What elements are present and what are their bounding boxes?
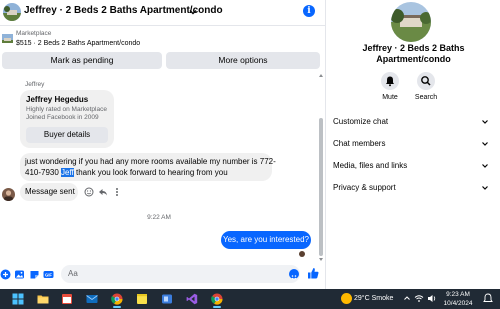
plus-circle-icon[interactable] bbox=[0, 269, 11, 280]
mute-button[interactable]: Mute bbox=[372, 72, 408, 101]
clock-time: 9:23 AM bbox=[446, 291, 470, 298]
menu-item-customize-chat[interactable]: Customize chat bbox=[333, 115, 489, 129]
menu-item-media-files-links[interactable]: Media, files and links bbox=[333, 159, 489, 173]
menu-item-label: Media, files and links bbox=[333, 161, 408, 170]
thumbs-up-icon[interactable] bbox=[306, 266, 320, 280]
menu-item-label: Chat members bbox=[333, 139, 386, 148]
taskbar-clock[interactable]: 9:23 AM 10/4/2024 bbox=[441, 290, 475, 308]
listing-thumbnail-small bbox=[2, 32, 13, 43]
listing-summary: $515 · 2 Beds 2 Baths Apartment/condo bbox=[16, 40, 141, 47]
scrollbar-thumb[interactable] bbox=[319, 118, 323, 256]
chat-header: Jeffrey · 2 Beds 2 Baths Apartment/condo… bbox=[0, 0, 326, 26]
read-receipt-avatar bbox=[299, 251, 305, 257]
chevron-down-icon bbox=[482, 120, 488, 124]
menu-item-label: Customize chat bbox=[333, 117, 389, 126]
chrome-icon[interactable] bbox=[111, 293, 123, 305]
message-input[interactable]: Aa bbox=[61, 265, 300, 283]
conversation-info-pane: Jeffrey · 2 Beds 2 Baths Apartment/condo… bbox=[327, 0, 500, 289]
chevron-down-icon bbox=[482, 164, 488, 168]
visual-studio-icon[interactable] bbox=[186, 293, 198, 305]
mute-label: Mute bbox=[382, 94, 398, 101]
search-button[interactable]: Search bbox=[408, 72, 444, 101]
clock-date: 10/4/2024 bbox=[443, 300, 473, 307]
outgoing-message[interactable]: Yes, are you interested? bbox=[221, 231, 311, 249]
mail-icon[interactable] bbox=[86, 293, 98, 305]
message-line-2: 410-7930 Jeff thank you look forward to … bbox=[25, 167, 266, 178]
notification-bell-icon[interactable] bbox=[483, 292, 493, 304]
buyer-rating: Highly rated on Marketplace bbox=[26, 106, 107, 113]
calendar-app-icon[interactable] bbox=[61, 293, 73, 305]
chevron-down-icon[interactable] bbox=[188, 7, 198, 17]
marketplace-banner[interactable]: Marketplace $515 · 2 Beds 2 Baths Apartm… bbox=[0, 28, 326, 54]
volume-icon[interactable] bbox=[427, 294, 437, 303]
message-text: 410-7930 bbox=[25, 168, 62, 177]
more-options-button[interactable]: More options bbox=[166, 52, 320, 69]
gif-icon[interactable]: GIF bbox=[43, 269, 54, 280]
reply-icon[interactable] bbox=[98, 187, 108, 197]
message-sent-status: Message sent bbox=[20, 183, 78, 201]
image-icon[interactable] bbox=[14, 269, 25, 280]
buyer-details-button[interactable]: Buyer details bbox=[26, 127, 108, 143]
more-vertical-icon[interactable] bbox=[112, 187, 122, 197]
menu-item-label: Privacy & support bbox=[333, 183, 396, 192]
menu-item-chat-members[interactable]: Chat members bbox=[333, 137, 489, 151]
conversation-name: Jeffrey · 2 Beds 2 Baths Apartment/condo bbox=[362, 43, 465, 64]
chevron-up-icon[interactable] bbox=[403, 294, 411, 302]
search-label: Search bbox=[414, 94, 438, 101]
message-text: thank you look forward to hearing from y… bbox=[73, 168, 228, 177]
marketplace-label: Marketplace bbox=[16, 30, 52, 37]
emoji-icon[interactable] bbox=[289, 269, 299, 280]
chrome-icon[interactable] bbox=[211, 293, 223, 305]
listing-photo[interactable] bbox=[391, 2, 431, 42]
listing-action-row: Mark as pending More options bbox=[0, 52, 326, 70]
emoji-react-icon[interactable] bbox=[84, 187, 94, 197]
sender-name: Jeffrey bbox=[25, 81, 45, 88]
info-icon[interactable]: i bbox=[303, 5, 315, 17]
taskbar-active-indicator bbox=[213, 306, 221, 308]
weather-text[interactable]: 29°C Smoke bbox=[354, 295, 393, 302]
phone-link-icon[interactable] bbox=[161, 293, 173, 305]
sticker-icon[interactable] bbox=[29, 269, 40, 280]
incoming-message[interactable]: just wondering if you had any more rooms… bbox=[20, 153, 276, 181]
wifi-icon[interactable] bbox=[414, 294, 424, 303]
svg-text:GIF: GIF bbox=[45, 272, 52, 277]
sticky-notes-icon[interactable] bbox=[136, 293, 148, 305]
windows-taskbar: 29°C Smoke 9:23 AM 10/4/2024 bbox=[0, 289, 500, 309]
weather-icon[interactable] bbox=[341, 293, 352, 304]
windows-start-icon[interactable] bbox=[12, 293, 24, 305]
message-timestamp: 9:22 AM bbox=[147, 214, 171, 221]
chat-pane: Jeffrey · 2 Beds 2 Baths Apartment/condo… bbox=[0, 0, 326, 289]
file-explorer-icon[interactable] bbox=[37, 293, 49, 305]
buyer-joined: Joined Facebook in 2009 bbox=[26, 114, 99, 121]
listing-thumbnail[interactable] bbox=[3, 3, 21, 21]
scroll-down-arrow[interactable] bbox=[319, 258, 323, 261]
bell-icon bbox=[386, 76, 394, 87]
taskbar-active-indicator bbox=[113, 306, 121, 308]
search-icon bbox=[421, 76, 431, 86]
menu-item-privacy-support[interactable]: Privacy & support bbox=[333, 181, 489, 195]
buyer-name: Jeffrey Hegedus bbox=[26, 95, 89, 104]
buyer-profile-card: Jeffrey Hegedus Highly rated on Marketpl… bbox=[20, 90, 114, 148]
selected-text: Jeff bbox=[61, 168, 74, 177]
message-line-1: just wondering if you had any more rooms… bbox=[25, 157, 276, 166]
mark-as-pending-button[interactable]: Mark as pending bbox=[2, 52, 162, 69]
avatar[interactable] bbox=[2, 188, 15, 201]
chevron-down-icon bbox=[482, 142, 488, 146]
scroll-up-arrow[interactable] bbox=[319, 74, 323, 77]
chevron-down-icon bbox=[482, 186, 488, 190]
